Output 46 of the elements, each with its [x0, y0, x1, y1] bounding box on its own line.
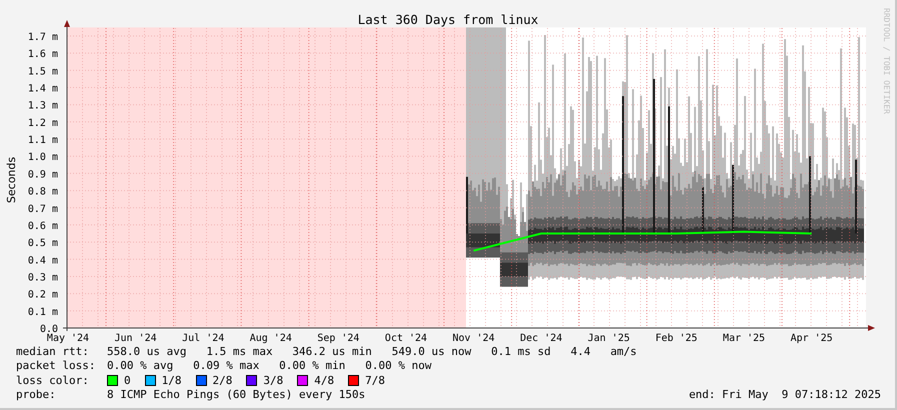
legend-values: 0.00 % avg 0.09 % max 0.00 % min 0.00 % now — [107, 359, 432, 374]
y-tick-label: 0.7 m — [28, 204, 58, 215]
loss-color-label: 4/8 — [314, 374, 334, 388]
loss-color-label: 2/8 — [212, 374, 232, 388]
legend-label: median rtt: — [16, 345, 90, 360]
y-tick-label: 1.7 m — [28, 32, 58, 43]
y-tick-label: 1.1 m — [28, 135, 58, 146]
x-tick-label: Jan '25 — [588, 333, 630, 344]
loss-color-label: 3/8 — [263, 374, 284, 388]
x-tick-label: Mar '25 — [722, 333, 766, 344]
end-time: end: Fri May 9 07:18:12 2025 — [688, 388, 881, 402]
probe-description: 8 ICMP Echo Pings (60 Bytes) every 150s — [107, 388, 366, 402]
x-tick-label: Sep '24 — [317, 333, 360, 344]
y-tick-label: 0.3 m — [28, 272, 58, 284]
chart-title: Last 360 Days from linux — [358, 12, 538, 27]
y-tick-label: 0.9 m — [28, 169, 58, 180]
y-tick-label: 1.4 m — [28, 84, 58, 95]
y-tick-label: 1.2 m — [28, 118, 58, 129]
y-tick-label: 1.5 m — [28, 66, 58, 78]
legend-values: 558.0 us avg 1.5 ms max 346.2 us min 549.0 us now 0.1 ms sd 4.4 am/s — [107, 345, 637, 360]
y-tick-label: 1.6 m — [28, 49, 58, 60]
y-tick-label: 0.0 — [40, 324, 58, 335]
legend-label: probe: — [16, 388, 57, 402]
loss-color-label: 7/8 — [365, 374, 385, 388]
y-axis-label: Seconds — [5, 156, 18, 204]
legend-label: loss color: — [16, 374, 90, 388]
x-tick-label: Feb '25 — [655, 333, 698, 344]
x-tick-label: Aug '24 — [250, 333, 292, 344]
y-tick-label: 1.3 m — [28, 100, 58, 112]
x-tick-label: Jun '24 — [114, 333, 157, 344]
y-tick-label: 0.1 m — [28, 306, 58, 318]
y-tick-label: 1.0 m — [28, 152, 58, 164]
y-tick-label: 0.2 m — [28, 290, 58, 301]
x-tick-label: Oct '24 — [384, 333, 428, 344]
loss-color-label: 0 — [124, 374, 131, 388]
y-tick-label: 0.4 m — [28, 255, 58, 266]
x-tick-label: May '24 — [46, 333, 90, 344]
loss-color-label: 1/8 — [162, 374, 182, 388]
legend-label: packet loss: — [16, 359, 96, 374]
x-tick-label: Apr '25 — [790, 333, 833, 344]
y-tick-label: 0.6 m — [28, 220, 58, 232]
x-tick-label: Jul '24 — [182, 333, 224, 344]
x-tick-label: Dec '24 — [520, 333, 562, 344]
y-tick-label: 0.8 m — [28, 186, 58, 198]
x-tick-label: Nov '24 — [452, 333, 495, 344]
y-tick-label: 0.5 m — [28, 238, 58, 250]
